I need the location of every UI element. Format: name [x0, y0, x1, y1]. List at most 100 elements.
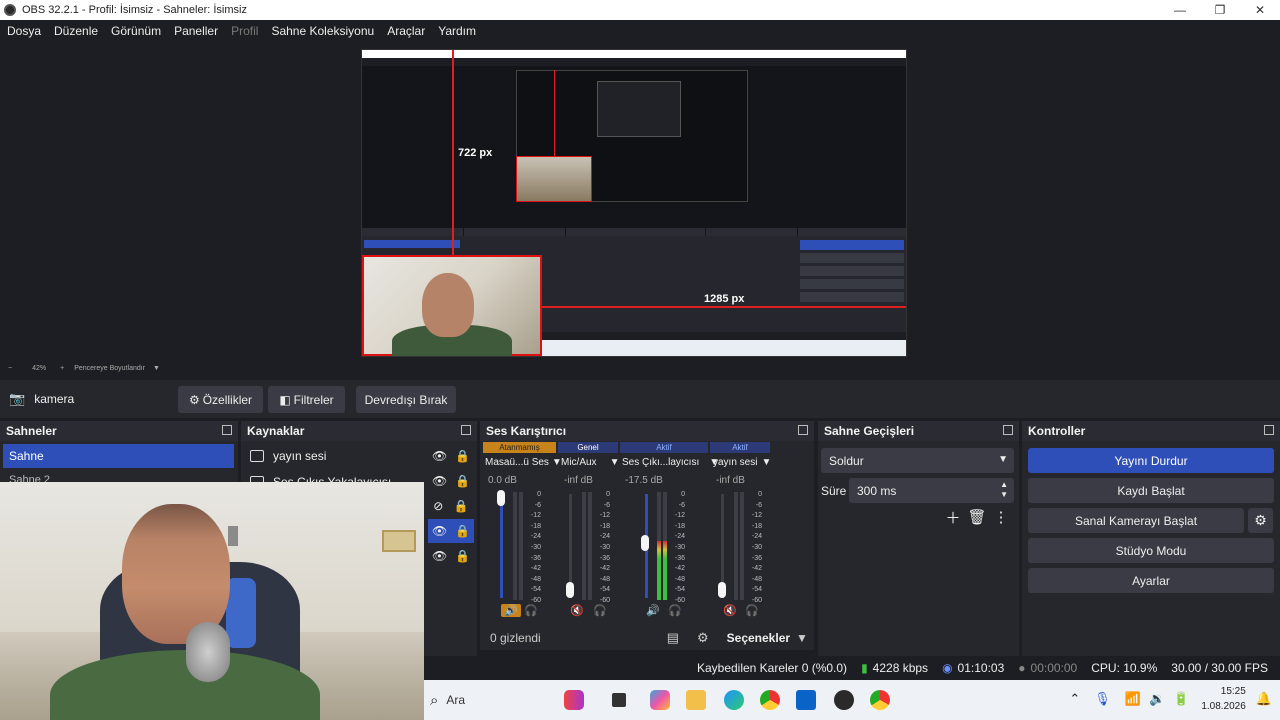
mixer-channel-name[interactable]: yayın sesi ▼ [713, 457, 771, 468]
search-icon[interactable]: ⌕ [430, 692, 438, 709]
webcam-source-selected[interactable] [362, 255, 542, 356]
clock[interactable]: 15:25 1.08.2026 [1201, 684, 1246, 714]
mixer-channel-name[interactable]: Ses Çıkı...layıcısı ▼ [622, 457, 719, 468]
copilot-icon[interactable] [650, 690, 670, 710]
volume-slider-track[interactable] [500, 494, 503, 598]
trash-icon[interactable]: 🗑 [967, 508, 986, 526]
meter-scale-tick: -12 [599, 512, 610, 520]
volume-icon[interactable]: 🔉 [1149, 691, 1165, 707]
outlook-icon[interactable] [796, 690, 816, 710]
layout-icon[interactable]: ▤ [667, 630, 679, 646]
preview-canvas[interactable]: 722 px 1285 px [361, 49, 907, 357]
transition-tools: ＋ 🗑 ⋮ [942, 507, 1012, 527]
zoom-out-button[interactable]: − [8, 365, 12, 372]
filter-icon: ◧ [279, 392, 291, 407]
undock-icon[interactable] [798, 425, 808, 435]
mixer-channel-name[interactable]: Mic/Aux ▼ [561, 457, 619, 468]
undock-icon[interactable] [461, 425, 471, 435]
lock-icon[interactable]: 🔒 [455, 549, 470, 563]
duration-input[interactable]: 300 ms ▲ ▼ [849, 478, 1014, 503]
menu-help[interactable]: Yardım [438, 24, 476, 38]
lock-icon[interactable]: 🔒 [455, 474, 470, 488]
file-explorer-icon[interactable] [686, 690, 706, 710]
terminal-icon[interactable] [612, 693, 626, 707]
menu-tools[interactable]: Araçlar [387, 24, 425, 38]
undock-icon[interactable] [222, 425, 232, 435]
options-button[interactable]: Seçenekler [727, 631, 790, 645]
menu-docks[interactable]: Paneller [174, 24, 218, 38]
gear-icon: ⚙ [188, 392, 200, 407]
headphones-icon[interactable]: 🎧 [668, 604, 682, 617]
properties-button[interactable]: ⚙ Özellikler [178, 386, 263, 413]
eye-icon[interactable]: 👁 [432, 524, 447, 538]
meter-scale-tick: -42 [674, 565, 685, 573]
volume-slider-knob[interactable] [641, 535, 649, 551]
chrome-icon[interactable] [760, 690, 780, 710]
lock-icon[interactable]: 🔒 [455, 449, 470, 463]
menu-scene-collection[interactable]: Sahne Koleksiyonu [271, 24, 374, 38]
transitions-dock-header: Sahne Geçişleri [818, 421, 1019, 441]
record-time-value: 00:00:00 [1030, 661, 1078, 675]
chevron-down-icon[interactable]: ▼ [796, 631, 808, 645]
mute-speaker-icon[interactable]: 🔊 [501, 604, 521, 617]
speaker-icon[interactable]: 🔊 [646, 604, 660, 617]
muted-speaker-icon[interactable]: 🔇 [570, 604, 584, 617]
fit-to-window-select[interactable]: Pencereye Boyutlandır [74, 365, 145, 372]
minimize-icon[interactable]: — [1160, 0, 1200, 20]
chevron-down-icon: ▼ [761, 457, 772, 468]
stop-stream-button[interactable]: Yayını Durdur [1028, 448, 1274, 473]
settings-button[interactable]: Ayarlar [1028, 568, 1274, 593]
studio-mode-button[interactable]: Stüdyo Modu [1028, 538, 1274, 563]
eye-icon[interactable]: 👁 [432, 449, 447, 463]
headphones-icon[interactable]: 🎧 [593, 604, 607, 617]
maximize-icon[interactable]: ❐ [1200, 0, 1240, 20]
advanced-settings-icon[interactable]: ⚙ [697, 630, 709, 646]
meter-scale-tick: 0 [758, 491, 762, 498]
menu-view[interactable]: Görünüm [111, 24, 161, 38]
chevron-up-icon[interactable]: ⌃ [1069, 691, 1080, 707]
filters-button[interactable]: ◧ Filtreler [268, 386, 345, 413]
chrome-profile-icon[interactable] [870, 690, 890, 710]
notification-bell-icon[interactable]: 🔔 [1256, 691, 1272, 707]
headphones-icon[interactable]: 🎧 [745, 604, 759, 617]
undock-icon[interactable] [1003, 425, 1013, 435]
microphone-icon[interactable]: 🎙 [1094, 691, 1111, 707]
lock-icon[interactable]: 🔒 [454, 499, 469, 513]
add-icon[interactable]: ＋ [945, 507, 960, 528]
volume-slider-knob[interactable] [566, 582, 574, 598]
chevron-down-icon[interactable]: ▼ [153, 365, 160, 372]
mixer-channel-name[interactable]: Masaü...ü Ses ▼ [485, 457, 562, 468]
eye-hidden-icon[interactable]: ⊘ [433, 499, 443, 513]
taskbar-search[interactable]: Ara [446, 693, 465, 707]
menu-edit[interactable]: Düzenle [54, 24, 98, 38]
zoom-in-button[interactable]: + [60, 365, 64, 372]
volume-slider-knob[interactable] [497, 490, 505, 506]
level-meter [657, 492, 661, 600]
deactivate-label: Devredışı Bırak [364, 392, 448, 407]
close-icon[interactable]: ✕ [1240, 0, 1280, 20]
meter-scale-tick: -6 [534, 501, 541, 509]
start-recording-button[interactable]: Kaydı Başlat [1028, 478, 1274, 503]
eye-icon[interactable]: 👁 [432, 549, 447, 563]
muted-speaker-icon[interactable]: 🔇 [723, 604, 737, 617]
lock-icon[interactable]: 🔒 [455, 524, 470, 538]
obs-icon[interactable] [834, 690, 854, 710]
deactivate-button[interactable]: Devredışı Bırak [356, 386, 456, 413]
eye-icon[interactable]: 👁 [432, 474, 447, 488]
transition-select[interactable]: Soldur ▼ [821, 448, 1014, 473]
more-vertical-icon[interactable]: ⋮ [993, 508, 1008, 526]
spinner-arrows-icon[interactable]: ▲ ▼ [1000, 480, 1008, 500]
edge-icon[interactable] [724, 690, 744, 710]
undock-icon[interactable] [1264, 425, 1274, 435]
meter-scale-tick: -36 [751, 554, 762, 562]
battery-icon[interactable]: 🔋 [1173, 691, 1189, 707]
menu-file[interactable]: Dosya [7, 24, 41, 38]
scene-item-selected[interactable]: Sahne [3, 444, 234, 468]
volume-slider-knob[interactable] [718, 582, 726, 598]
virtual-camera-settings-gear-icon[interactable]: ⚙ [1248, 508, 1273, 533]
wifi-icon[interactable]: 📶 [1125, 691, 1141, 707]
widget-icon[interactable] [564, 690, 584, 710]
headphones-icon[interactable]: 🎧 [524, 604, 538, 617]
menu-profile[interactable]: Profil [231, 24, 258, 38]
start-virtual-camera-button[interactable]: Sanal Kamerayı Başlat [1028, 508, 1244, 533]
